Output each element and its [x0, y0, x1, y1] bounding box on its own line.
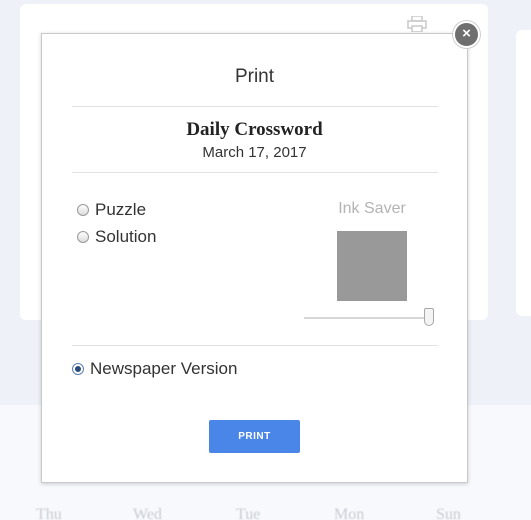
ink-saver-slider-handle[interactable]	[424, 308, 434, 326]
puzzle-name: Daily Crossword	[186, 119, 323, 140]
solution-radio[interactable]	[77, 231, 89, 243]
divider	[72, 345, 438, 346]
puzzle-radio[interactable]	[77, 204, 89, 216]
day-label: Tue	[236, 506, 261, 520]
newspaper-version-option[interactable]: Newspaper Version	[72, 359, 237, 379]
puzzle-option[interactable]: Puzzle	[77, 200, 146, 220]
newspaper-version-radio[interactable]	[72, 363, 84, 375]
ink-saver-label: Ink Saver	[338, 200, 406, 217]
day-labels: Thu Wed Tue Mon Sun	[0, 506, 531, 520]
day-label: Wed	[133, 506, 162, 520]
divider	[72, 172, 438, 173]
print-dialog: Print Daily Crossword March 17, 2017 Puz…	[41, 33, 468, 483]
divider	[72, 106, 438, 107]
background-card-right	[516, 30, 531, 316]
ink-saver-preview	[337, 231, 407, 301]
printer-icon	[407, 16, 427, 32]
newspaper-version-label: Newspaper Version	[90, 359, 238, 378]
ink-saver-slider-track[interactable]	[304, 317, 434, 319]
puzzle-date: March 17, 2017	[202, 144, 307, 161]
day-label: Mon	[334, 506, 365, 520]
close-icon[interactable]: ×	[453, 21, 480, 48]
day-label: Thu	[36, 506, 62, 520]
puzzle-option-label: Puzzle	[95, 200, 147, 219]
solution-option[interactable]: Solution	[77, 227, 156, 247]
print-button[interactable]: PRINT	[209, 420, 300, 453]
solution-option-label: Solution	[95, 227, 157, 246]
dialog-title: Print	[234, 66, 275, 87]
day-label: Sun	[436, 506, 461, 520]
